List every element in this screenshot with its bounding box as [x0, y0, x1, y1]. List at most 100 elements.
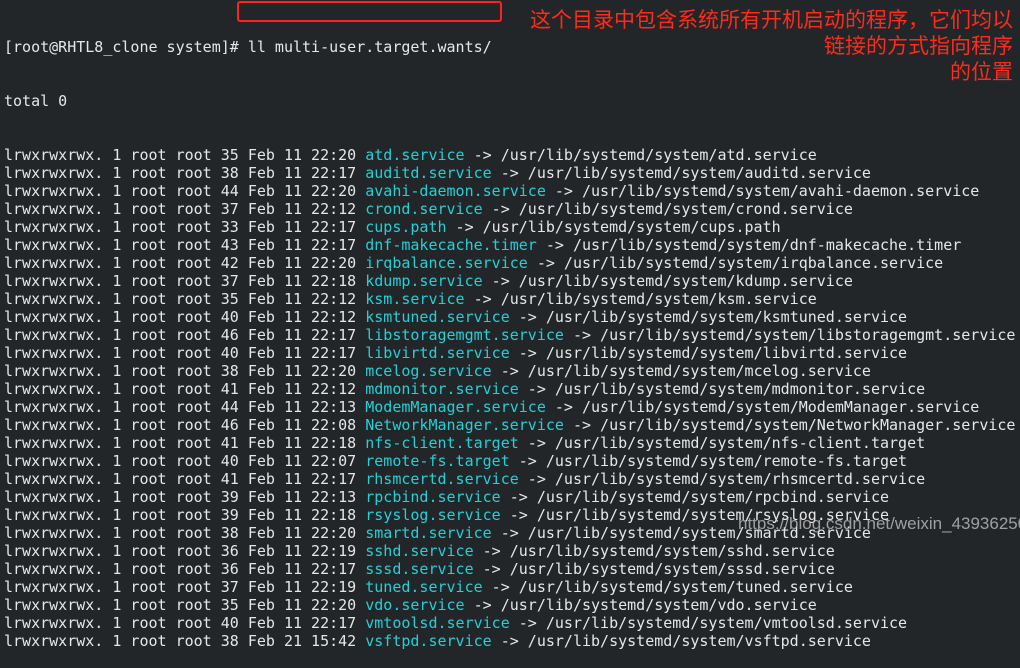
- symlink-target: -> /usr/lib/systemd/system/vmtoolsd.serv…: [509, 614, 908, 632]
- file-info: lrwxrwxrwx. 1 root root 37 Feb 11 22:18: [4, 272, 366, 290]
- listing-row: lrwxrwxrwx. 1 root root 41 Feb 11 22:12 …: [4, 380, 1015, 398]
- symlink-target: -> /usr/lib/systemd/system/kdump.service: [482, 272, 853, 290]
- listing-row: lrwxrwxrwx. 1 root root 39 Feb 11 22:13 …: [4, 488, 1015, 506]
- listing-row: lrwxrwxrwx. 1 root root 46 Feb 11 22:17 …: [4, 326, 1015, 344]
- file-info: lrwxrwxrwx. 1 root root 41 Feb 11 22:17: [4, 470, 366, 488]
- symlink-target: -> /usr/lib/systemd/system/avahi-daemon.…: [545, 182, 980, 200]
- terminal-output: [root@RHTL8_clone system]# ll multi-user…: [4, 2, 1015, 668]
- symlink-target: -> /usr/lib/systemd/system/NetworkManage…: [563, 416, 1016, 434]
- annotation-line: 链接的方式指向程序: [824, 34, 1013, 58]
- file-info: lrwxrwxrwx. 1 root root 37 Feb 11 22:12: [4, 200, 366, 218]
- symlink-name: mcelog.service: [365, 362, 492, 380]
- symlink-target: -> /usr/lib/systemd/system/irqbalance.se…: [527, 254, 944, 272]
- file-info: lrwxrwxrwx. 1 root root 33 Feb 11 22:17: [4, 218, 366, 236]
- file-info: lrwxrwxrwx. 1 root root 42 Feb 11 22:20: [4, 254, 366, 272]
- file-info: lrwxrwxrwx. 1 root root 40 Feb 11 22:17: [4, 344, 366, 362]
- file-info: lrwxrwxrwx. 1 root root 36 Feb 11 22:17: [4, 560, 366, 578]
- symlink-name: vmtoolsd.service: [365, 614, 510, 632]
- listing-row: lrwxrwxrwx. 1 root root 41 Feb 11 22:17 …: [4, 470, 1015, 488]
- symlink-target: -> /usr/lib/systemd/system/tuned.service: [482, 578, 853, 596]
- symlink-name: sssd.service: [365, 560, 474, 578]
- symlink-name: rpcbind.service: [365, 488, 501, 506]
- symlink-target: -> /usr/lib/systemd/system/libstoragemgm…: [563, 326, 1016, 344]
- command-text: ll multi-user.target.wants/: [247, 38, 492, 56]
- listing: lrwxrwxrwx. 1 root root 35 Feb 11 22:20 …: [4, 146, 1015, 650]
- symlink-name: tuned.service: [365, 578, 483, 596]
- symlink-name: libstoragemgmt.service: [365, 326, 564, 344]
- file-info: lrwxrwxrwx. 1 root root 44 Feb 11 22:13: [4, 398, 366, 416]
- annotation-line: 的位置: [950, 60, 1013, 84]
- symlink-target: -> /usr/lib/systemd/system/nfs-client.ta…: [518, 434, 926, 452]
- file-info: lrwxrwxrwx. 1 root root 36 Feb 11 22:19: [4, 542, 366, 560]
- file-info: lrwxrwxrwx. 1 root root 38 Feb 21 15:42: [4, 632, 366, 650]
- symlink-name: vsftpd.service: [365, 632, 492, 650]
- symlink-name: smartd.service: [365, 524, 492, 542]
- symlink-target: -> /usr/lib/systemd/system/auditd.servic…: [491, 164, 871, 182]
- symlink-target: -> /usr/lib/systemd/system/mcelog.servic…: [491, 362, 871, 380]
- symlink-name: NetworkManager.service: [365, 416, 564, 434]
- file-info: lrwxrwxrwx. 1 root root 35 Feb 11 22:20: [4, 596, 366, 614]
- listing-row: lrwxrwxrwx. 1 root root 38 Feb 11 22:17 …: [4, 164, 1015, 182]
- listing-row: lrwxrwxrwx. 1 root root 38 Feb 21 15:42 …: [4, 632, 1015, 650]
- symlink-name: kdump.service: [365, 272, 483, 290]
- file-info: lrwxrwxrwx. 1 root root 39 Feb 11 22:18: [4, 506, 366, 524]
- listing-row: lrwxrwxrwx. 1 root root 37 Feb 11 22:19 …: [4, 578, 1015, 596]
- symlink-target: -> /usr/lib/systemd/system/crond.service: [482, 200, 853, 218]
- total-line: total 0: [4, 92, 68, 110]
- shell-prompt: [root@RHTL8_clone system]#: [4, 38, 248, 56]
- symlink-target: -> /usr/lib/systemd/system/ksmtuned.serv…: [509, 308, 908, 326]
- file-info: lrwxrwxrwx. 1 root root 35 Feb 11 22:12: [4, 290, 366, 308]
- file-info: lrwxrwxrwx. 1 root root 46 Feb 11 22:08: [4, 416, 366, 434]
- file-info: lrwxrwxrwx. 1 root root 39 Feb 11 22:13: [4, 488, 366, 506]
- listing-row: lrwxrwxrwx. 1 root root 35 Feb 11 22:20 …: [4, 596, 1015, 614]
- listing-row: lrwxrwxrwx. 1 root root 46 Feb 11 22:08 …: [4, 416, 1015, 434]
- listing-row: lrwxrwxrwx. 1 root root 40 Feb 11 22:12 …: [4, 308, 1015, 326]
- symlink-name: sshd.service: [365, 542, 474, 560]
- symlink-name: vdo.service: [365, 596, 465, 614]
- listing-row: lrwxrwxrwx. 1 root root 35 Feb 11 22:20 …: [4, 146, 1015, 164]
- listing-row: lrwxrwxrwx. 1 root root 40 Feb 11 22:17 …: [4, 344, 1015, 362]
- file-info: lrwxrwxrwx. 1 root root 40 Feb 11 22:12: [4, 308, 366, 326]
- symlink-target: -> /usr/lib/systemd/system/atd.service: [464, 146, 817, 164]
- command-highlight-box: [237, 1, 502, 22]
- listing-row: lrwxrwxrwx. 1 root root 35 Feb 11 22:12 …: [4, 290, 1015, 308]
- file-info: lrwxrwxrwx. 1 root root 43 Feb 11 22:17: [4, 236, 366, 254]
- listing-row: lrwxrwxrwx. 1 root root 37 Feb 11 22:18 …: [4, 272, 1015, 290]
- symlink-name: mdmonitor.service: [365, 380, 519, 398]
- symlink-target: -> /usr/lib/systemd/system/ModemManager.…: [545, 398, 980, 416]
- symlink-target: -> /usr/lib/systemd/system/dnf-makecache…: [536, 236, 962, 254]
- symlink-name: dnf-makecache.timer: [365, 236, 537, 254]
- file-info: lrwxrwxrwx. 1 root root 41 Feb 11 22:12: [4, 380, 366, 398]
- file-info: lrwxrwxrwx. 1 root root 38 Feb 11 22:20: [4, 362, 366, 380]
- file-info: lrwxrwxrwx. 1 root root 40 Feb 11 22:17: [4, 614, 366, 632]
- annotation: 这个目录中包含系统所有开机启动的程序，它们均以 链接的方式指向程序 的位置: [523, 7, 1013, 85]
- symlink-name: atd.service: [365, 146, 465, 164]
- listing-row: lrwxrwxrwx. 1 root root 43 Feb 11 22:17 …: [4, 236, 1015, 254]
- file-info: lrwxrwxrwx. 1 root root 41 Feb 11 22:18: [4, 434, 366, 452]
- symlink-target: -> /usr/lib/systemd/system/cups.path: [446, 218, 781, 236]
- symlink-name: ksmtuned.service: [365, 308, 510, 326]
- symlink-name: auditd.service: [365, 164, 492, 182]
- listing-row: lrwxrwxrwx. 1 root root 42 Feb 11 22:20 …: [4, 254, 1015, 272]
- file-info: lrwxrwxrwx. 1 root root 37 Feb 11 22:19: [4, 578, 366, 596]
- symlink-target: -> /usr/lib/systemd/system/mdmonitor.ser…: [518, 380, 926, 398]
- symlink-name: ksm.service: [365, 290, 465, 308]
- symlink-target: -> /usr/lib/systemd/system/sssd.service: [473, 560, 835, 578]
- listing-row: lrwxrwxrwx. 1 root root 33 Feb 11 22:17 …: [4, 218, 1015, 236]
- symlink-name: libvirtd.service: [365, 344, 510, 362]
- listing-row: lrwxrwxrwx. 1 root root 36 Feb 11 22:19 …: [4, 542, 1015, 560]
- listing-row: lrwxrwxrwx. 1 root root 38 Feb 11 22:20 …: [4, 362, 1015, 380]
- symlink-target: -> /usr/lib/systemd/system/ksm.service: [464, 290, 817, 308]
- symlink-target: -> /usr/lib/systemd/system/vsftpd.servic…: [491, 632, 871, 650]
- symlink-target: -> /usr/lib/systemd/system/libvirtd.serv…: [509, 344, 908, 362]
- listing-row: lrwxrwxrwx. 1 root root 37 Feb 11 22:12 …: [4, 200, 1015, 218]
- symlink-name: rsyslog.service: [365, 506, 501, 524]
- file-info: lrwxrwxrwx. 1 root root 38 Feb 11 22:17: [4, 164, 366, 182]
- file-info: lrwxrwxrwx. 1 root root 46 Feb 11 22:17: [4, 326, 366, 344]
- annotation-line: 这个目录中包含系统所有开机启动的程序，它们均以: [530, 8, 1013, 32]
- file-info: lrwxrwxrwx. 1 root root 38 Feb 11 22:20: [4, 524, 366, 542]
- listing-row: lrwxrwxrwx. 1 root root 36 Feb 11 22:17 …: [4, 560, 1015, 578]
- symlink-name: rhsmcertd.service: [365, 470, 519, 488]
- listing-row: lrwxrwxrwx. 1 root root 44 Feb 11 22:13 …: [4, 398, 1015, 416]
- symlink-name: irqbalance.service: [365, 254, 528, 272]
